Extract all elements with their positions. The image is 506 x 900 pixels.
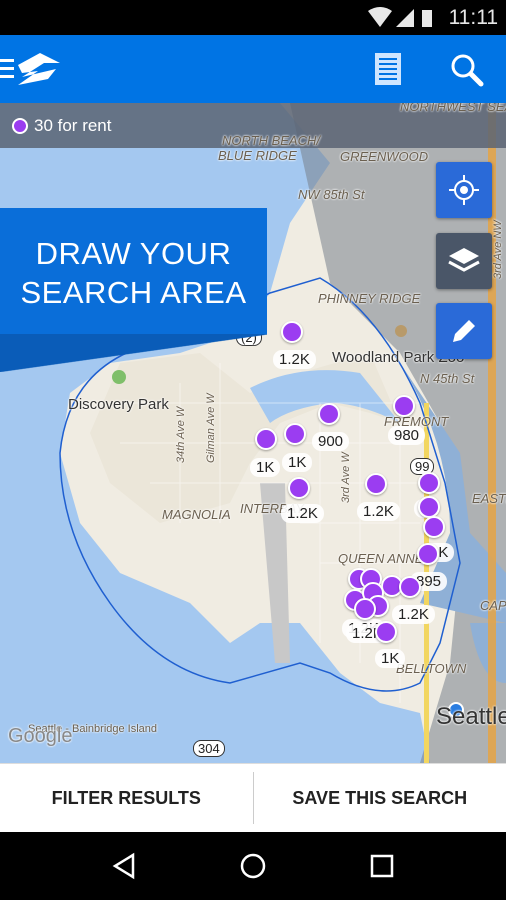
map-place-label: BLUE RIDGE [218,148,297,163]
map-place-label: 3rd Ave NW [492,220,504,279]
home-icon[interactable] [239,852,267,880]
save-search-button[interactable]: SAVE THIS SEARCH [253,764,506,832]
map-place-label: 3rd Ave W [340,452,352,503]
rental-marker[interactable] [288,477,310,499]
rental-marker[interactable] [354,598,376,620]
rental-marker[interactable] [418,472,440,494]
android-nav-bar [0,832,506,900]
rental-marker[interactable] [375,621,397,643]
my-location-icon [449,175,479,205]
price-label[interactable]: 1.2K [273,350,316,369]
rental-marker[interactable] [284,423,306,445]
rental-marker[interactable] [418,496,440,518]
map-place-label: PHINNEY RIDGE [318,291,421,306]
search-icon[interactable] [450,53,484,87]
price-label[interactable]: 980 [388,426,426,445]
price-label[interactable]: 1K [282,453,313,472]
price-label[interactable]: 1.2K [357,502,400,521]
app-bar [0,35,506,103]
map-place-label: GREENWOOD [340,149,429,164]
draw-search-area-banner: DRAW YOUR SEARCH AREA [0,208,267,334]
banner-fold [0,334,267,372]
price-label[interactable]: 900 [312,432,350,451]
map-place-label: NORTHWEST SEATTLE [400,103,506,114]
banner-line-1: DRAW YOUR [35,236,232,271]
bottom-action-bar: FILTER RESULTS SAVE THIS SEARCH [0,763,506,832]
map-place-label: CAPITOL HILL [480,598,506,613]
my-location-button[interactable] [436,162,492,218]
map-place-label: BELLTOWN [396,661,467,676]
price-label[interactable]: 1.2K [281,504,324,523]
layers-icon [448,248,480,272]
filter-results-button[interactable]: FILTER RESULTS [0,764,253,832]
map-place-label: 34th Ave W [175,406,187,463]
recents-icon[interactable] [369,853,395,879]
map-place-label: Discovery Park [68,396,169,413]
draw-button[interactable] [436,303,492,359]
price-label[interactable]: 1K [375,649,406,668]
map-place-label: MAGNOLIA [162,507,231,522]
map-place-label: NW 85th St [298,187,365,202]
clock: 11:11 [448,6,498,29]
result-count: 30 for rent [34,115,112,135]
rental-marker-legend-icon [12,117,28,134]
banner-line-2: SEARCH AREA [20,275,247,310]
back-icon[interactable] [111,852,137,880]
price-label[interactable]: 1K [250,458,281,477]
map-place-label: EASTLAKE [472,491,506,506]
rental-marker[interactable] [399,576,421,598]
map-place-label: N 45th St [420,371,475,386]
list-view-icon[interactable] [375,53,401,85]
rental-marker[interactable] [417,543,439,565]
map-place-label: NORTH BEACH/ [222,133,320,148]
price-label[interactable]: 1.2K [392,605,435,624]
rental-marker[interactable] [318,403,340,425]
rental-marker[interactable] [423,516,445,538]
map-place-label: 304 [193,740,225,757]
rental-marker[interactable] [255,428,277,450]
rental-marker[interactable] [393,395,415,417]
rental-marker[interactable] [281,321,303,343]
map-place-label: Seattle [436,703,506,730]
map[interactable]: 30 for rent NORTHWEST SEATTLE NORTH BEACH… [0,103,506,763]
map-place-label: Google [8,725,73,747]
wifi-signal-battery-icon [368,7,432,27]
draw-pencil-icon [453,320,475,342]
map-place-label: QUEEN ANNE [338,551,424,566]
layers-button[interactable] [436,233,492,289]
menu-zillow-logo-icon[interactable] [0,53,66,87]
rental-marker[interactable] [365,473,387,495]
map-place-label: Gilman Ave W [205,393,217,463]
status-bar: 11:11 [0,0,506,35]
